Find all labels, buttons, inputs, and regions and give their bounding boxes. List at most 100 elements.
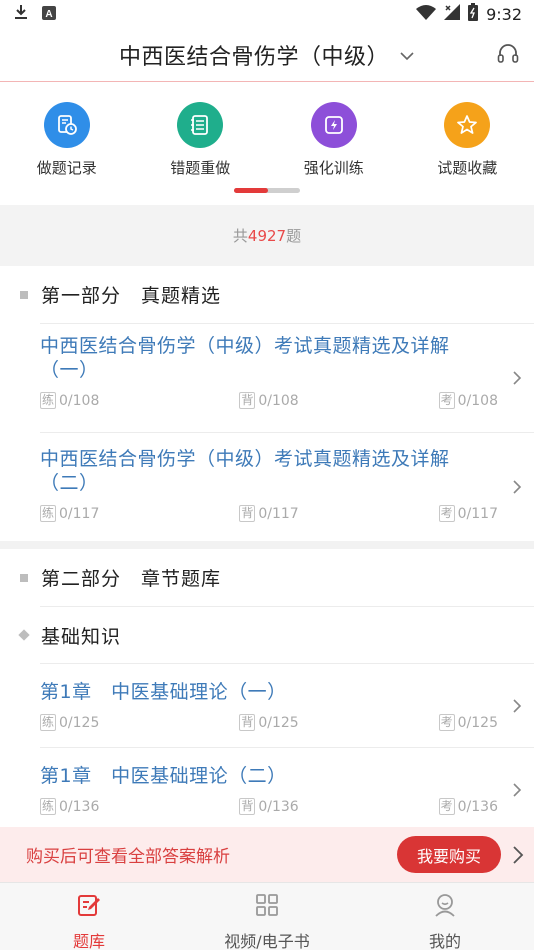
stat-value: 0/117 xyxy=(59,505,100,522)
stat-practice: 练 0/117 xyxy=(40,505,99,522)
status-time: 9:32 xyxy=(486,4,522,24)
nav-question-bank[interactable]: 题库 xyxy=(0,883,178,950)
purchase-text: 购买后可查看全部答案解析 xyxy=(26,847,230,867)
profile-icon xyxy=(432,892,458,922)
wifi-icon xyxy=(416,4,437,24)
item-stats: 练 0/117 背 0/117 考 0/117 xyxy=(40,505,498,522)
battery-icon xyxy=(468,3,479,25)
stat-recite: 背 0/108 xyxy=(239,392,299,409)
subsection-title: 基础知识 xyxy=(41,625,122,648)
stat-practice: 练 0/136 xyxy=(40,798,99,815)
section-title: 第一部分 真题精选 xyxy=(41,285,222,307)
tag-recite: 背 xyxy=(239,392,256,409)
nav-profile[interactable]: 我的 xyxy=(356,883,534,950)
status-left: A xyxy=(14,4,56,24)
lightning-icon xyxy=(310,102,357,148)
subject-selector[interactable]: 中西医结合骨伤学（中级） xyxy=(119,39,415,71)
stat-value: 0/108 xyxy=(457,392,498,409)
tag-recite: 背 xyxy=(239,714,256,731)
tag-recite: 背 xyxy=(239,798,256,815)
quick-actions: 做题记录 错题重做 强化训练 试题收藏 xyxy=(0,82,534,205)
quick-action-label: 强化训练 xyxy=(303,159,364,177)
stat-value: 0/136 xyxy=(59,798,100,815)
grid-icon xyxy=(254,892,280,922)
stat-value: 0/136 xyxy=(457,798,498,815)
count-number: 4927 xyxy=(247,226,287,245)
section-header-part2: 第二部分 章节题库 xyxy=(0,549,534,606)
tag-exam: 考 xyxy=(438,505,455,522)
download-icon xyxy=(14,4,28,24)
stat-value: 0/108 xyxy=(258,392,299,409)
square-bullet-icon xyxy=(20,290,28,299)
nav-video-ebook[interactable]: 视频/电子书 xyxy=(178,883,356,950)
page-title: 中西医结合骨伤学（中级） xyxy=(118,44,389,70)
quick-action-record[interactable]: 做题记录 xyxy=(7,102,127,205)
stat-recite: 背 0/125 xyxy=(239,714,299,731)
edit-note-icon xyxy=(76,892,102,922)
exam-item-1[interactable]: 中西医结合骨伤学（中级）考试真题精选及详解（一） 练 0/108 背 0/108 考… xyxy=(0,324,534,432)
stat-value: 0/117 xyxy=(258,505,299,522)
purchase-banner[interactable]: 购买后可查看全部答案解析 我要购买 xyxy=(0,827,534,882)
stat-exam: 考 0/125 xyxy=(438,714,498,731)
chapter-item-1[interactable]: 第1章 中医基础理论（一） 练 0/125 背 0/125 考 0/125 xyxy=(0,664,534,747)
status-right: 9:32 xyxy=(416,3,522,25)
section-header-part1: 第一部分 真题精选 xyxy=(0,266,534,323)
quick-action-label: 做题记录 xyxy=(36,159,97,177)
svg-text:A: A xyxy=(45,9,52,20)
subsection-header: 基础知识 xyxy=(0,607,534,663)
stat-recite: 背 0/136 xyxy=(239,798,299,815)
stat-value: 0/136 xyxy=(258,798,299,815)
font-a-icon: A xyxy=(42,5,56,24)
stat-exam: 考 0/108 xyxy=(438,392,498,409)
chevron-right-icon xyxy=(512,698,522,718)
section-gap xyxy=(0,541,534,549)
chevron-right-icon xyxy=(512,479,522,499)
exam-item-2[interactable]: 中西医结合骨伤学（中级）考试真题精选及详解（二） 练 0/117 背 0/117 考… xyxy=(0,433,534,541)
page-indicator-active xyxy=(234,188,268,193)
tag-recite: 背 xyxy=(239,505,256,522)
chevron-right-icon[interactable] xyxy=(512,845,524,869)
app-header: 中西医结合骨伤学（中级） xyxy=(0,28,534,82)
star-icon xyxy=(444,102,491,148)
stat-value: 0/108 xyxy=(59,392,100,409)
item-title: 中西医结合骨伤学（中级）考试真题精选及详解（二） xyxy=(40,448,450,494)
notebook-icon xyxy=(177,102,224,148)
tag-exam: 考 xyxy=(438,798,455,815)
tag-practice: 练 xyxy=(40,714,57,731)
buy-button[interactable]: 我要购买 xyxy=(397,836,501,873)
tag-exam: 考 xyxy=(438,714,455,731)
chevron-down-icon xyxy=(399,42,415,67)
stat-practice: 练 0/108 xyxy=(40,392,99,409)
record-icon xyxy=(43,102,90,148)
item-title: 中西医结合骨伤学（中级）考试真题精选及详解（一） xyxy=(40,335,450,381)
tag-practice: 练 xyxy=(40,505,57,522)
stat-value: 0/125 xyxy=(457,714,498,731)
stat-exam: 考 0/117 xyxy=(438,505,498,522)
section-title: 第二部分 章节题库 xyxy=(41,568,222,590)
quick-action-label: 错题重做 xyxy=(170,159,231,177)
square-bullet-icon xyxy=(20,573,28,582)
stat-practice: 练 0/125 xyxy=(40,714,99,731)
tag-practice: 练 xyxy=(40,798,57,815)
count-prefix: 共 xyxy=(232,227,248,245)
nav-label: 题库 xyxy=(72,932,105,950)
item-title: 第1章 中医基础理论（一） xyxy=(40,681,287,703)
stat-exam: 考 0/136 xyxy=(438,798,498,815)
page-indicator xyxy=(234,188,300,193)
item-title: 第1章 中医基础理论（二） xyxy=(40,765,287,787)
count-suffix: 题 xyxy=(286,227,302,245)
item-stats: 练 0/125 背 0/125 考 0/125 xyxy=(40,714,498,731)
diamond-bullet-icon xyxy=(18,629,30,641)
item-stats: 练 0/136 背 0/136 考 0/136 xyxy=(40,798,498,815)
stat-value: 0/117 xyxy=(457,505,498,522)
quick-action-favorites[interactable]: 试题收藏 xyxy=(407,102,527,205)
chapter-item-2[interactable]: 第1章 中医基础理论（二） 练 0/136 背 0/136 考 0/136 xyxy=(0,748,534,831)
question-count: 共 4927 题 xyxy=(0,205,534,266)
headset-icon[interactable] xyxy=(496,42,520,70)
stat-value: 0/125 xyxy=(258,714,299,731)
bottom-nav: 题库 视频/电子书 我的 xyxy=(0,882,534,950)
quick-action-label: 试题收藏 xyxy=(437,159,498,177)
stat-value: 0/125 xyxy=(59,714,100,731)
signal-icon xyxy=(444,4,461,24)
chevron-right-icon xyxy=(512,782,522,802)
